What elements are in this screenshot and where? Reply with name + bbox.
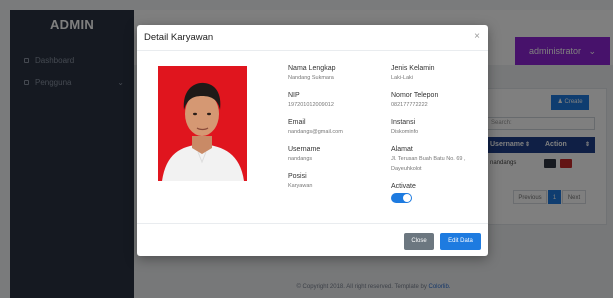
value-nomor-telepon: 082177772222 — [391, 102, 428, 108]
label-jenis-kelamin: Jenis Kelamin — [391, 65, 435, 72]
value-email: nandangs@gmail.com — [288, 129, 343, 135]
value-alamat-line-1: Jl. Terusan Buah Batu No. 69 , — [391, 156, 466, 162]
label-posisi: Posisi — [288, 173, 307, 180]
value-instansi: Diskominfo — [391, 129, 419, 135]
value-jenis-kelamin: Laki-Laki — [391, 75, 414, 81]
label-nama-lengkap: Nama Lengkap — [288, 65, 336, 72]
label-instansi: Instansi — [391, 119, 416, 126]
label-alamat: Alamat — [391, 146, 413, 153]
profile-photo — [158, 66, 247, 181]
label-nip: NIP — [288, 92, 300, 99]
label-nomor-telepon: Nomor Telepon — [391, 92, 439, 99]
detail-modal: Detail Karyawan × Nama Lengkap Nandang S… — [137, 25, 488, 256]
modal-footer: Close Edit Data — [137, 223, 488, 256]
modal-header: Detail Karyawan × — [137, 25, 488, 51]
toggle-knob — [403, 194, 411, 202]
value-alamat-line-2: Dayeuhkolot — [391, 166, 422, 172]
label-email: Email — [288, 119, 306, 126]
value-username: nandangs — [288, 156, 313, 162]
activate-toggle[interactable] — [391, 193, 412, 203]
label-username: Username — [288, 146, 321, 153]
close-button[interactable]: Close — [404, 233, 434, 250]
value-nama-lengkap: Nandang Sukmara — [288, 75, 334, 81]
close-icon[interactable]: × — [474, 31, 480, 42]
person-photo-icon — [158, 66, 247, 181]
label-activate: Activate — [391, 183, 416, 190]
edit-data-button[interactable]: Edit Data — [440, 233, 481, 250]
modal-title: Detail Karyawan — [144, 32, 214, 43]
value-posisi: Karyawan — [288, 183, 313, 189]
value-nip: 197201012009012 — [288, 102, 334, 108]
